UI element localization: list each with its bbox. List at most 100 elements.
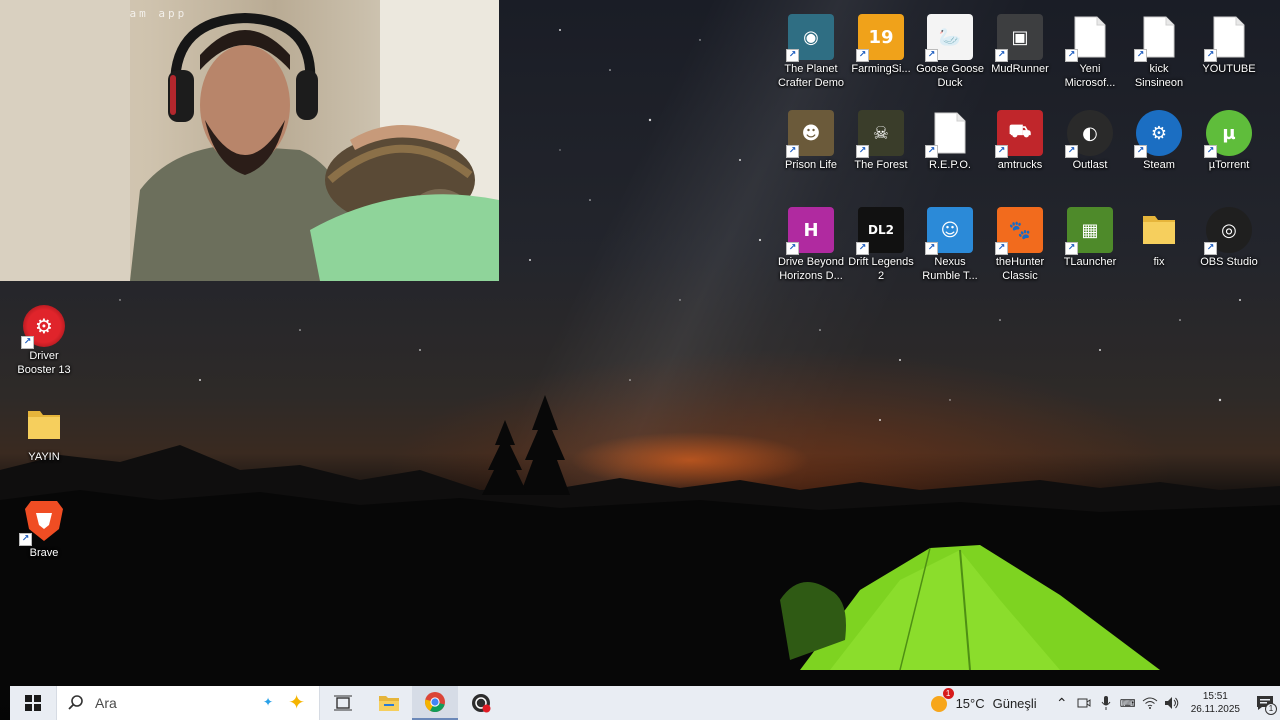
icon-label: fix [1153,256,1165,268]
desktop-icon-obs[interactable]: ◎ ↗ OBS Studio [1194,207,1264,269]
weather-widget[interactable]: 1 15°C Güneşli [928,686,1037,720]
taskbar-chrome[interactable] [412,686,458,720]
task-view-button[interactable] [320,686,366,720]
shortcut-arrow-icon: ↗ [856,49,869,62]
desktop-icon-drift-legends[interactable]: DL2 ↗ Drift Legends 2 [846,207,916,283]
desktop-icon-goose-goose-duck[interactable]: 🦢 ↗ Goose Goose Duck [915,14,985,90]
desktop-icon-outlast[interactable]: ◐ ↗ Outlast [1055,110,1125,172]
icon-label: Brave [29,547,59,559]
icon-label: Prison Life [785,159,837,171]
desktop-icon-brave[interactable]: ↗ Brave [9,498,79,560]
desktop-icon-folder[interactable]: fix [1124,207,1194,269]
desktop-icon-farming-simulator[interactable]: 19 ↗ FarmingSi... [846,14,916,76]
notification-center-button[interactable]: 1 [1250,695,1280,715]
icon-label: YAYIN [28,451,60,463]
desktop-icon-steam[interactable]: ⚙ ↗ Steam [1124,110,1194,172]
icon-label: Steam [1143,159,1175,171]
desktop-icon-yayin[interactable]: YAYIN [9,402,79,464]
icon-label: Outlast [1072,159,1108,171]
notification-count-badge: 1 [1265,703,1277,715]
icon-label: Classic [1002,270,1038,282]
webcam-tray-icon[interactable] [1073,697,1095,709]
shortcut-arrow-icon: ↗ [786,242,799,255]
icon-label: Horizons D... [779,270,843,282]
shortcut-arrow-icon: ↗ [786,145,799,158]
webcam-video-frame [0,0,499,281]
desktop-icon-document[interactable]: ↗ Yeni Microsof... [1055,14,1125,90]
drive-beyond-horizons-icon: H [803,219,819,241]
desktop-icon-document[interactable]: ↗ kick Sinsineon [1124,14,1194,90]
icon-label: Nexus [934,256,966,268]
taskbar-file-explorer[interactable] [366,686,412,720]
icon-label: The Forest [854,159,908,171]
shortcut-arrow-icon: ↗ [1134,145,1147,158]
icon-label: MudRunner [991,63,1049,75]
desktop-icon-document[interactable]: ↗ R.E.P.O. [915,110,985,172]
desktop-icon-drive-beyond-horizons[interactable]: H ↗ Drive Beyond Horizons D... [776,207,846,283]
show-hidden-icons-chevron-icon[interactable]: ⌃ [1051,695,1073,712]
shortcut-arrow-icon: ↗ [995,242,1008,255]
desktop-icon-nexus-rumble[interactable]: ☺ ↗ Nexus Rumble T... [915,207,985,283]
chrome-icon [425,692,445,712]
icon-label: Driver [29,350,59,362]
desktop-icon-document[interactable]: ↗ YOUTUBE [1194,14,1264,76]
desktop-icon-tlauncher[interactable]: ▦ ↗ TLauncher [1055,207,1125,269]
desktop[interactable]: using droidcam app ⚙ ↗ Driver Booster 13 [0,0,1280,720]
icon-label: Drift Legends [848,256,914,268]
the-forest-icon: ☠ [872,122,890,144]
shortcut-arrow-icon: ↗ [1204,145,1217,158]
input-language-icon[interactable]: ⌨ [1117,697,1139,710]
weather-temperature: 15°C [955,695,985,711]
shortcut-arrow-icon: ↗ [1204,242,1217,255]
clock-time: 15:51 [1202,691,1228,702]
start-button[interactable] [10,686,56,720]
icon-label: OBS Studio [1200,256,1258,268]
shortcut-arrow-icon: ↗ [925,145,938,158]
icon-label: Crafter Demo [777,77,845,89]
desktop-icon-amtrucks[interactable]: ⛟ ↗ amtrucks [985,110,1055,172]
desktop-icon-driver-booster[interactable]: ⚙ ↗ Driver Booster 13 [9,305,79,377]
desktop-icon-prison-life[interactable]: ☻ ↗ Prison Life [776,110,846,172]
steam-icon: ⚙ [1150,122,1168,144]
icon-label: TLauncher [1063,256,1117,268]
document-icon [1143,16,1175,58]
icon-label: Microsof... [1064,77,1116,89]
desktop-icon-thehunter[interactable]: 🐾 ↗ theHunter Classic [985,207,1055,283]
microphone-icon[interactable] [1095,696,1117,710]
document-icon [934,112,966,154]
icon-label: Booster 13 [17,364,71,376]
search-placeholder: Ara [95,695,117,711]
webcam-overlay[interactable]: using droidcam app [0,0,499,281]
clock[interactable]: 15:51 26.11.2025 [1191,690,1240,716]
search-highlight-icon-small: ✦ [262,695,273,709]
shortcut-arrow-icon: ↗ [1065,49,1078,62]
icon-label: R.E.P.O. [929,159,971,171]
desktop-icon-utorrent[interactable]: µ ↗ µTorrent [1194,110,1264,172]
network-wifi-icon[interactable] [1139,697,1161,709]
shortcut-arrow-icon: ↗ [856,145,869,158]
volume-icon[interactable] [1161,696,1183,710]
desktop-icon-planet-crafter[interactable]: ◉ ↗ The Planet Crafter Demo [776,14,846,90]
desktop-icon-the-forest[interactable]: ☠ ↗ The Forest [846,110,916,172]
utorrent-icon: µ [1222,122,1236,144]
icon-label: Drive Beyond [777,256,845,268]
icon-label: 2 [877,270,885,282]
planet-crafter-icon: ◉ [803,26,819,48]
icon-label: Sinsineon [1134,77,1184,89]
mudrunner-icon: ▣ [1011,26,1029,48]
folder-icon [28,411,60,439]
taskbar-obs[interactable] [458,686,504,720]
search-highlight-icon: ✦ [288,692,305,714]
shortcut-arrow-icon: ↗ [856,242,869,255]
shortcut-arrow-icon: ↗ [1134,49,1147,62]
taskbar-search-box[interactable]: Ara ✦ ✦ [56,686,320,720]
desktop-icon-mudrunner[interactable]: ▣ ↗ MudRunner [985,14,1055,76]
icon-label: FarmingSi... [851,63,911,75]
farming-simulator-icon: 19 [868,26,894,48]
file-explorer-icon [379,696,399,711]
document-icon [1213,16,1245,58]
icon-label: kick [1149,63,1169,75]
thehunter-icon: 🐾 [1008,219,1032,241]
document-icon [1074,16,1106,58]
shortcut-arrow-icon: ↗ [21,336,34,349]
